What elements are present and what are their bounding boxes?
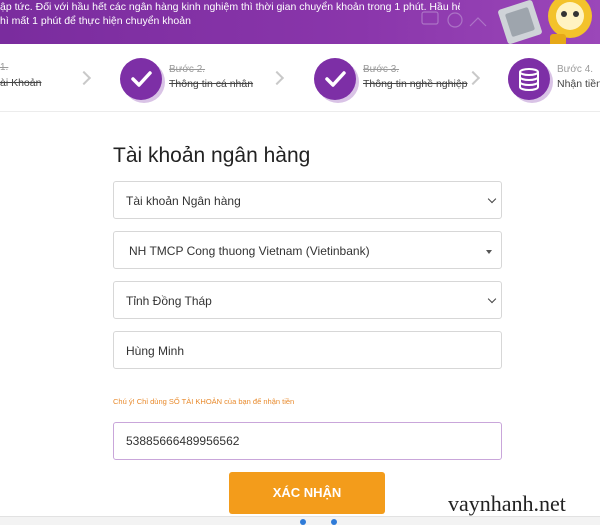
step-1-title: ài Khoản [0,77,42,89]
banner-line-2: hì mất 1 phút để thực hiện chuyển khoản [0,15,191,27]
account-number-input[interactable] [114,423,501,459]
promo-banner: ập tức. Đối với hầu hết các ngân hàng ki… [0,0,600,44]
caret-down-icon [486,250,492,254]
branch-input[interactable]: Hùng Minh [113,331,502,369]
check-icon [131,71,152,87]
province-select[interactable]: Tỉnh Đồng Tháp [113,281,502,319]
step-1-label: 1. [0,62,9,73]
banner-text: ập tức. Đối với hầu hết các ngân hàng ki… [0,0,460,28]
step-4-title: Nhận tiền [557,78,600,90]
account-type-value: Tài khoản Ngân hàng [126,194,241,208]
form-title: Tài khoản ngân hàng [113,144,311,167]
bank-select[interactable]: NH TMCP Cong thuong Vietnam (Vietinbank) [113,231,502,269]
coins-icon [519,68,539,91]
step-3-label: Bước 3. [363,64,400,75]
chevron-down-icon [487,294,497,304]
step-3-check-circle [314,58,356,100]
bank-value: NH TMCP Cong thuong Vietnam (Vietinbank) [129,244,370,258]
chevron-right-icon [465,70,481,86]
banner-illustration [421,0,592,44]
step-2-check-circle [120,58,162,100]
province-value: Tỉnh Đồng Tháp [126,294,212,308]
step-4-circle [508,58,550,100]
chevron-down-icon [487,194,497,204]
step-4-label: Bước 4. [557,64,594,75]
account-number-note: Chú ý! Chỉ dùng SỐ TÀI KHOẢN của bạn để … [113,397,295,406]
progress-steps: 1. ài Khoản Bước 2. Thông tin cá nhân Bư… [0,44,600,112]
check-icon [325,71,346,87]
step-2-label: Bước 2. [169,64,206,75]
submit-button[interactable]: XÁC NHẬN [229,472,385,514]
footer-dot-icon [331,519,337,525]
watermark: vaynhanh.net [448,491,566,516]
step-2-title: Thông tin cá nhân [169,78,254,90]
account-type-select[interactable]: Tài khoản Ngân hàng [113,181,502,219]
branch-value: Hùng Minh [126,344,185,358]
account-number-field[interactable] [113,422,502,460]
chevron-right-icon [269,70,285,86]
banner-line-1: ập tức. Đối với hầu hết các ngân hàng ki… [0,1,460,13]
step-3-title: Thông tin nghề nghiệp [363,78,468,90]
footer-dot-icon [300,519,306,525]
chevron-right-icon [76,70,92,86]
